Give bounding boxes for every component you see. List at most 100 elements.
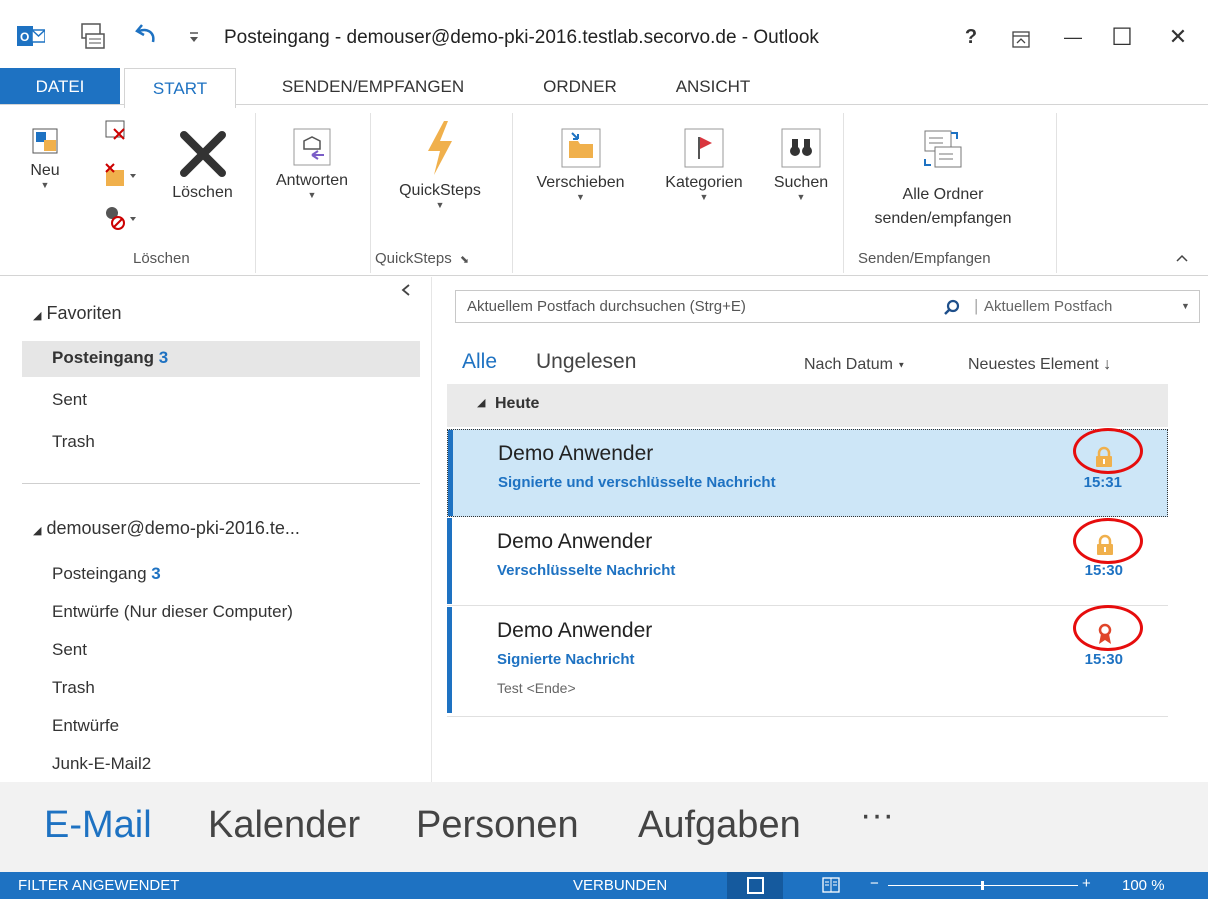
unread-indicator xyxy=(447,518,452,604)
sort-by-dropdown[interactable]: Nach Datum ▼ xyxy=(804,356,905,374)
group-divider xyxy=(255,113,256,273)
chevron-down-icon: ▼ xyxy=(40,180,50,190)
message-row[interactable]: Demo Anwender Signierte Nachricht 15:30 … xyxy=(447,607,1168,717)
filter-all[interactable]: Alle xyxy=(462,350,497,374)
quicksteps-button[interactable]: QuickSteps ▼ xyxy=(380,119,500,210)
collapse-ribbon-icon[interactable] xyxy=(1175,253,1189,263)
search-icon[interactable] xyxy=(943,299,961,317)
tab-start[interactable]: START xyxy=(124,68,236,108)
search-placeholder: Aktuellem Postfach durchsuchen (Strg+E) xyxy=(467,298,746,315)
tab-send-receive[interactable]: SENDEN/EMPFANGEN xyxy=(258,68,488,106)
reply-button[interactable]: Antworten ▼ xyxy=(258,127,366,200)
folder-trash[interactable]: Trash xyxy=(52,678,95,698)
favorites-header[interactable]: ◢ Favoriten xyxy=(33,303,122,324)
chevron-down-icon[interactable]: ▼ xyxy=(1181,301,1190,311)
folder-label: Sent xyxy=(52,640,87,659)
status-filter-applied: FILTER ANGEWENDET xyxy=(18,877,180,894)
annotation-circle xyxy=(1073,605,1143,651)
zoom-level[interactable]: 100 % xyxy=(1122,877,1165,894)
junk-icon[interactable] xyxy=(100,203,140,233)
reading-view-icon[interactable] xyxy=(822,876,840,894)
move-button[interactable]: Verschieben ▼ xyxy=(518,127,643,202)
zoom-slider-thumb[interactable] xyxy=(981,881,984,890)
nav-calendar[interactable]: Kalender xyxy=(208,804,360,847)
ribbon: Neu ▼ Löschen Löschen Antworten ▼ QuickS… xyxy=(0,104,1208,276)
outlook-app-icon[interactable]: O xyxy=(17,24,45,48)
search-separator: | xyxy=(974,296,979,315)
send-receive-all-icon[interactable] xyxy=(80,22,106,50)
delete-button[interactable]: Löschen xyxy=(160,129,245,202)
navigation-bar: E-Mail Kalender Personen Aufgaben ··· xyxy=(0,782,1208,874)
tab-folder[interactable]: ORDNER xyxy=(525,68,635,106)
new-button[interactable]: Neu ▼ xyxy=(20,127,70,190)
maximize-button[interactable]: ☐ xyxy=(1104,20,1140,54)
move-label: Verschieben xyxy=(536,174,625,191)
group-heading-today[interactable]: ◢ Heute xyxy=(447,384,1168,427)
account-header[interactable]: ◢ demouser@demo-pki-2016.te... xyxy=(33,518,300,539)
chevron-down-icon: ▼ xyxy=(435,200,445,210)
categorize-label: Kategorien xyxy=(665,174,743,191)
triangle-down-icon: ◢ xyxy=(477,397,486,409)
search-input[interactable]: Aktuellem Postfach durchsuchen (Strg+E) … xyxy=(455,290,1200,323)
nav-mail[interactable]: E-Mail xyxy=(44,804,152,847)
tab-view[interactable]: ANSICHT xyxy=(658,68,768,106)
message-sender: Demo Anwender xyxy=(497,619,653,642)
group-divider xyxy=(512,113,513,273)
close-button[interactable]: ✕ xyxy=(1160,20,1196,54)
quicksteps-label: QuickSteps xyxy=(399,182,481,199)
arrow-down-icon: ↓ xyxy=(1103,356,1112,373)
new-label: Neu xyxy=(30,162,60,179)
find-button[interactable]: Suchen ▼ xyxy=(762,127,840,202)
divider xyxy=(22,483,420,484)
normal-view-icon xyxy=(747,877,764,894)
sort-order-toggle[interactable]: Neuestes Element ↓ xyxy=(968,356,1111,374)
folder-entwuerfe-local[interactable]: Entwürfe (Nur dieser Computer) xyxy=(52,602,293,622)
folder-fav-trash[interactable]: Trash xyxy=(52,432,95,452)
normal-view-button[interactable] xyxy=(727,872,783,899)
new-items-icon xyxy=(32,128,58,154)
collapse-folder-pane-icon[interactable] xyxy=(400,283,412,297)
dialog-launcher-icon[interactable]: ⬊ xyxy=(460,254,469,266)
folder-pane: ◢ Favoriten Posteingang 3 Sent Trash ◢ d… xyxy=(0,277,432,782)
minimize-button[interactable]: — xyxy=(1055,20,1091,54)
categorize-button[interactable]: Kategorien ▼ xyxy=(648,127,760,202)
account-label: demouser@demo-pki-2016.te... xyxy=(46,518,300,538)
send-receive-label-1: Alle Ordner xyxy=(902,186,984,203)
group-delete-label: Löschen xyxy=(133,250,190,267)
ribbon-display-options-icon[interactable] xyxy=(1003,24,1039,58)
message-row[interactable]: Demo Anwender Verschlüsselte Nachricht 1… xyxy=(447,518,1168,606)
message-row[interactable]: Demo Anwender Signierte und verschlüssel… xyxy=(447,429,1168,517)
tab-file[interactable]: DATEI xyxy=(0,68,120,106)
folder-label: Trash xyxy=(52,432,95,451)
cleanup-icon[interactable] xyxy=(100,160,140,192)
folder-posteingang[interactable]: Posteingang 3 xyxy=(52,564,161,584)
nav-tasks[interactable]: Aufgaben xyxy=(638,804,801,847)
unread-count: 3 xyxy=(151,564,161,583)
title-bar: O Posteingang - demouser@demo-pki-2016.t… xyxy=(0,0,1208,74)
help-button[interactable]: ? xyxy=(953,20,989,54)
zoom-out-button[interactable]: − xyxy=(870,875,879,892)
group-divider xyxy=(370,113,371,273)
send-receive-icon xyxy=(924,130,962,168)
group-send-receive-label: Senden/Empfangen xyxy=(858,250,991,267)
zoom-in-button[interactable]: + xyxy=(1082,875,1091,892)
folder-fav-sent[interactable]: Sent xyxy=(52,390,87,410)
undo-icon[interactable] xyxy=(133,22,159,48)
folder-sent[interactable]: Sent xyxy=(52,640,87,660)
group-quicksteps-text: QuickSteps xyxy=(375,250,452,267)
message-preview: Test <Ende> xyxy=(497,680,576,696)
search-scope-dropdown[interactable]: Aktuellem Postfach xyxy=(984,298,1112,315)
customize-quick-access-icon[interactable] xyxy=(188,30,200,44)
ignore-icon[interactable] xyxy=(100,115,132,143)
flag-icon xyxy=(684,128,724,168)
nav-people[interactable]: Personen xyxy=(416,804,579,847)
filter-unread[interactable]: Ungelesen xyxy=(536,350,636,374)
group-quicksteps-label: QuickSteps ⬊ xyxy=(375,250,469,267)
folder-entwuerfe[interactable]: Entwürfe xyxy=(52,716,119,736)
send-receive-all-button[interactable]: Alle Ordner senden/empfangen xyxy=(848,127,1038,228)
sort-by-label: Nach Datum xyxy=(804,356,893,373)
nav-more[interactable]: ··· xyxy=(860,796,894,835)
folder-junk[interactable]: Junk-E-Mail2 xyxy=(52,754,151,774)
unread-indicator xyxy=(448,430,453,516)
folder-fav-posteingang[interactable]: Posteingang 3 xyxy=(52,348,168,368)
